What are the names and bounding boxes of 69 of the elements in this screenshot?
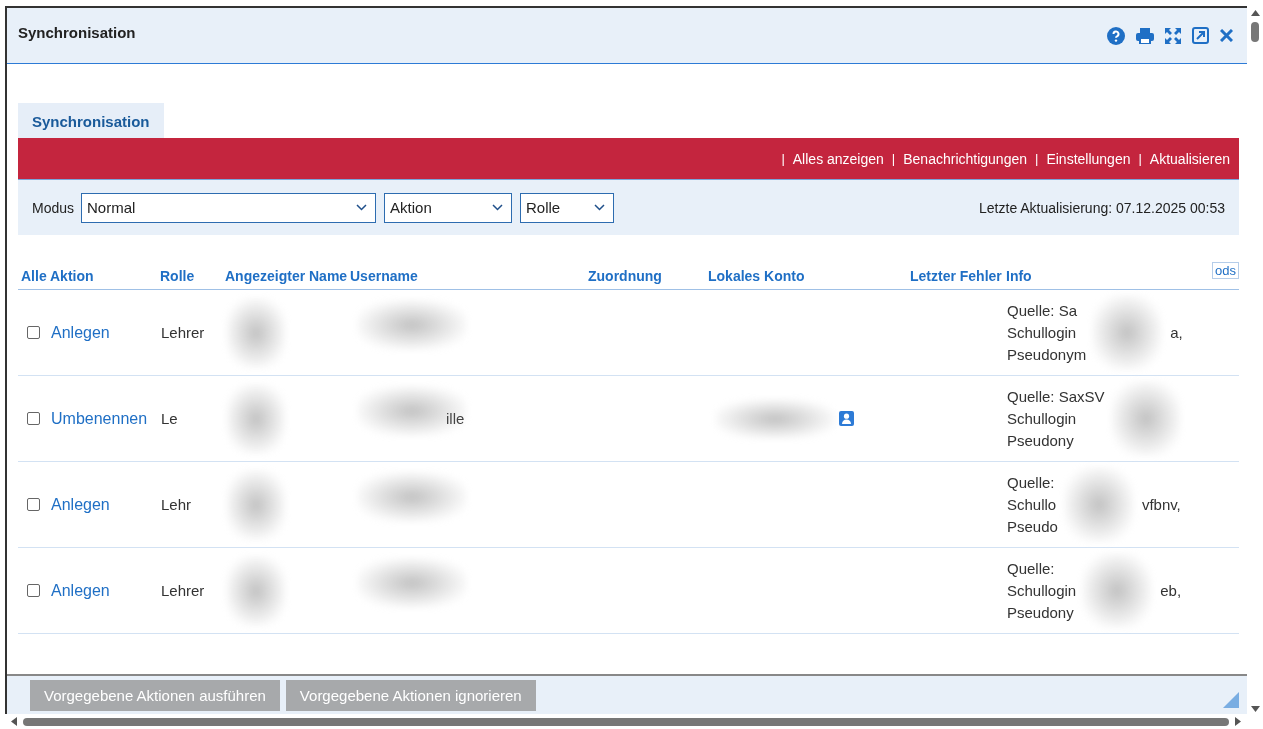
window-title: Synchronisation — [18, 24, 136, 41]
chevron-down-icon — [356, 204, 368, 211]
user-account-icon[interactable] — [839, 411, 854, 426]
separator: | — [891, 151, 896, 166]
info-line: Schullogin — [1007, 582, 1077, 599]
table-cell: Lehrer — [161, 582, 205, 599]
external-link-icon[interactable] — [1192, 27, 1209, 44]
column-header[interactable]: Aktion — [47, 267, 94, 284]
info-line: Schullogin — [1007, 324, 1078, 341]
info-line: Quelle: Sa — [1007, 302, 1079, 319]
resize-grip-icon[interactable] — [1223, 692, 1239, 708]
separator: | — [1138, 151, 1142, 166]
action-link[interactable]: Einstellungen — [1046, 150, 1131, 167]
chevron-down-icon — [492, 204, 504, 211]
column-header[interactable]: Lokales Konto — [705, 267, 805, 284]
info-line: Pseudony — [1007, 604, 1075, 621]
info-line: vfbnv, — [1141, 496, 1181, 513]
info-line: Schullogin — [1007, 410, 1078, 427]
close-icon[interactable] — [1220, 29, 1233, 42]
column-header[interactable]: Username — [347, 267, 418, 284]
info-line: Pseudonym — [1007, 346, 1087, 363]
action-link[interactable]: Aktualisieren — [1149, 150, 1230, 167]
info-line: Quelle: SaxSV — [1007, 388, 1105, 405]
table-cell: Lehr — [161, 496, 192, 513]
row-checkbox[interactable] — [27, 498, 40, 511]
row-checkbox[interactable] — [27, 326, 40, 339]
separator: | — [1035, 151, 1039, 166]
info-line: Pseudony — [1007, 432, 1075, 449]
column-header[interactable]: Info — [1003, 267, 1032, 284]
column-header[interactable]: Letzter Fehler — [907, 267, 1002, 284]
row-checkbox[interactable] — [27, 584, 40, 597]
scroll-right-icon[interactable] — [1235, 717, 1241, 726]
info-line: Schullo — [1007, 496, 1058, 513]
dropdown[interactable]: Rolle — [520, 192, 615, 223]
scroll-left-icon[interactable] — [11, 717, 17, 726]
row-checkbox[interactable] — [27, 412, 40, 425]
chevron-down-icon — [594, 204, 606, 211]
column-header[interactable]: Zuordnung — [585, 267, 662, 284]
info-line: a, — [1170, 324, 1183, 341]
table-cell: Le — [161, 410, 178, 427]
dropdown[interactable]: Normal — [81, 192, 377, 223]
filter-label: Modus — [32, 199, 75, 216]
action-link[interactable]: Umbenennen — [51, 409, 148, 428]
info-line: Pseudo — [1007, 518, 1058, 535]
action-link[interactable]: Alles anzeigen — [792, 150, 884, 167]
column-header[interactable]: Angezeigter Name — [222, 267, 348, 284]
action-link[interactable]: Anlegen — [51, 495, 110, 514]
table-cell: Lehrer — [161, 324, 205, 341]
scroll-down-icon[interactable] — [1250, 706, 1260, 712]
print-icon[interactable] — [1136, 27, 1154, 44]
fullscreen-icon[interactable] — [1165, 27, 1181, 44]
dropdown[interactable]: Aktion — [384, 192, 513, 223]
last-update-text: Letzte Aktualisierung: 07.12.2025 00:53 — [979, 199, 1225, 216]
help-icon[interactable] — [1107, 26, 1125, 45]
scroll-up-icon[interactable] — [1250, 10, 1260, 16]
scrollbar-thumb[interactable] — [1251, 22, 1259, 42]
column-header[interactable]: Rolle — [157, 267, 195, 284]
action-link[interactable]: Benachrichtigungen — [903, 150, 1027, 167]
table-cell: ille — [446, 410, 465, 427]
info-line: eb, — [1160, 582, 1182, 599]
tab[interactable]: Synchronisation — [18, 103, 164, 138]
separator: | — [781, 151, 785, 166]
action-link[interactable]: Anlegen — [51, 581, 110, 600]
column-header[interactable]: Alle — [18, 267, 47, 284]
column-toggle[interactable]: ods — [1212, 262, 1239, 279]
action-link[interactable]: Anlegen — [51, 323, 110, 342]
info-line: Quelle: — [1007, 474, 1056, 491]
info-line: Quelle: — [1007, 560, 1056, 577]
scrollbar-thumb[interactable] — [23, 717, 1229, 726]
